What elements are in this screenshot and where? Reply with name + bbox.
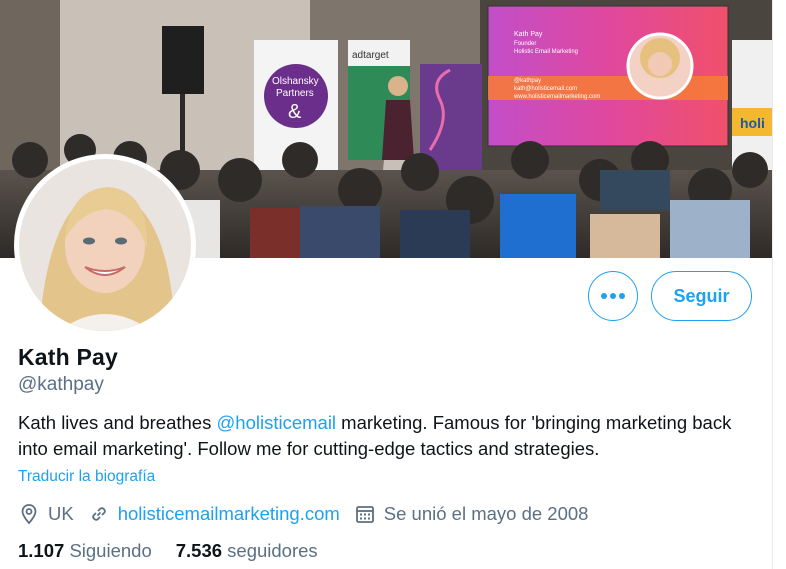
more-options-button[interactable] — [588, 271, 638, 321]
profile-stats: 1.107 Siguiendo 7.536 seguidores — [18, 540, 342, 562]
poster-left-text: Olshansky — [272, 76, 319, 87]
link-icon — [88, 503, 110, 525]
more-horizontal-icon — [601, 293, 625, 299]
svg-text:adtarget: adtarget — [352, 50, 389, 61]
translate-bio-link[interactable]: Traducir la biografía — [18, 468, 155, 486]
bio-mention-link[interactable]: @holisticemail — [217, 412, 337, 433]
svg-text:Holistic Email Marketing: Holistic Email Marketing — [514, 49, 578, 55]
svg-text:Founder: Founder — [514, 41, 536, 47]
avatar[interactable] — [19, 159, 191, 331]
profile-bio: Kath lives and breathes @holisticemail m… — [18, 410, 738, 462]
website-item: holisticemailmarketing.com — [88, 503, 340, 525]
followers-link[interactable]: 7.536 seguidores — [176, 540, 318, 562]
followers-label: seguidores — [227, 540, 318, 561]
svg-text:holi: holi — [740, 115, 765, 131]
following-link[interactable]: 1.107 Siguiendo — [18, 540, 152, 562]
profile-handle: @kathpay — [18, 374, 104, 395]
location-item: UK — [18, 503, 74, 525]
joined-item: Se unió el mayo de 2008 — [354, 503, 589, 525]
svg-text:kath@holisticemail.com: kath@holisticemail.com — [514, 86, 577, 92]
svg-text:www.holisticemailmarketing.com: www.holisticemailmarketing.com — [513, 94, 600, 100]
svg-text:Partners: Partners — [276, 88, 314, 99]
bio-text-start: Kath lives and breathes — [18, 412, 217, 433]
followers-count: 7.536 — [175, 540, 223, 561]
svg-text:&: & — [288, 101, 302, 123]
following-label: Siguiendo — [69, 540, 152, 561]
avatar-photo — [19, 159, 191, 331]
profile-meta: UK holisticemailmarketing.com Se unió el… — [18, 500, 602, 528]
following-count: 1.107 — [18, 540, 65, 561]
website-link[interactable]: holisticemailmarketing.com — [118, 503, 340, 525]
profile-card: Olshansky Partners & adtarget Kath Pay F… — [0, 0, 773, 569]
location-pin-icon — [18, 503, 40, 525]
location-text: UK — [48, 503, 74, 524]
follow-button[interactable]: Seguir — [651, 271, 752, 321]
svg-text:@kathpay: @kathpay — [514, 78, 541, 84]
svg-text:Kath Pay: Kath Pay — [514, 31, 543, 38]
calendar-icon — [354, 503, 376, 525]
joined-text: Se unió el mayo de 2008 — [383, 503, 589, 524]
profile-name: Kath Pay — [18, 344, 119, 370]
